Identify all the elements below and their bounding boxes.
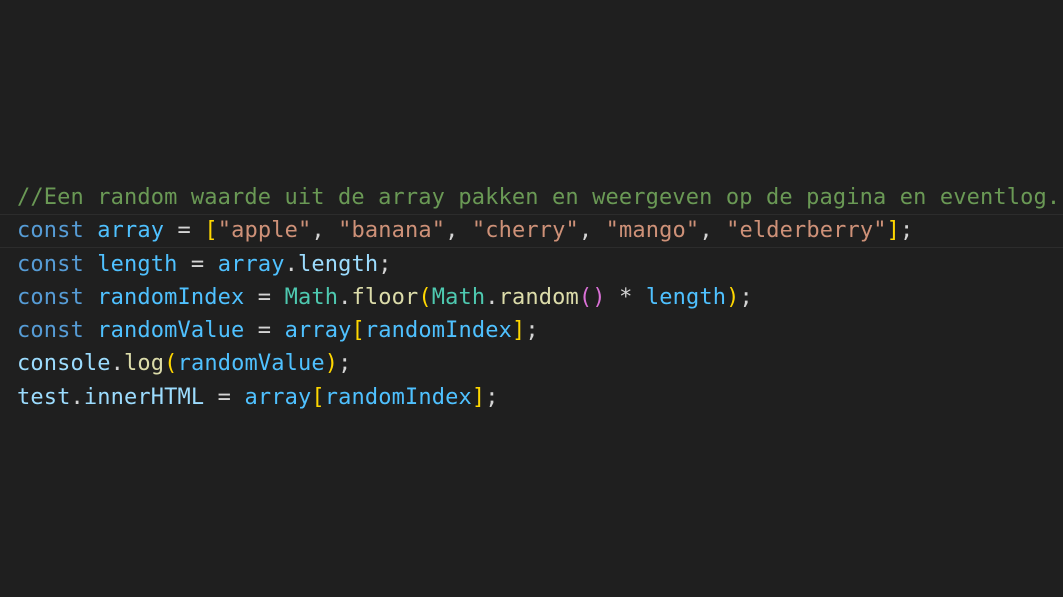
- code-token: .: [70, 384, 84, 410]
- code-token: floor: [351, 284, 419, 310]
- code-area[interactable]: //Een random waarde uit de array pakken …: [0, 181, 1063, 414]
- code-line[interactable]: const randomValue = array[randomIndex];: [0, 314, 1063, 347]
- code-token: [: [351, 318, 365, 344]
- code-token: =: [244, 318, 285, 344]
- code-token: innerHTML: [83, 384, 205, 410]
- code-token: ;: [378, 251, 392, 277]
- code-token: "elderberry": [726, 218, 887, 244]
- code-token: console: [17, 351, 111, 377]
- code-token: ;: [739, 284, 753, 310]
- code-line[interactable]: //Een random waarde uit de array pakken …: [0, 181, 1063, 214]
- code-token: =: [177, 251, 218, 277]
- code-token: const: [17, 318, 84, 344]
- code-token: test: [17, 384, 71, 410]
- code-token: length: [97, 251, 178, 277]
- code-token: "banana": [338, 218, 446, 244]
- code-token: ]: [886, 218, 900, 244]
- code-token: .: [485, 284, 499, 310]
- code-token: ): [726, 284, 740, 310]
- code-token: const: [17, 284, 84, 310]
- code-token: ]: [511, 318, 526, 344]
- code-token: ,: [699, 218, 727, 244]
- code-token: random: [498, 284, 579, 310]
- code-token: ): [324, 351, 339, 377]
- code-token: [: [311, 384, 325, 410]
- code-token: [: [204, 218, 218, 244]
- code-editor[interactable]: //Een random waarde uit de array pakken …: [0, 0, 1063, 597]
- code-token: Math: [284, 284, 339, 310]
- code-token: randomValue: [97, 318, 245, 344]
- code-token: .: [338, 284, 352, 310]
- code-token: array: [244, 384, 312, 410]
- code-token: randomIndex: [324, 384, 472, 410]
- code-token: ;: [899, 218, 914, 244]
- code-token: const: [17, 218, 84, 244]
- code-token: array: [217, 251, 285, 277]
- code-token: (): [578, 284, 606, 310]
- code-token: log: [124, 351, 165, 377]
- code-token: "apple": [217, 218, 312, 244]
- code-token: =: [164, 218, 205, 244]
- code-token: const: [17, 251, 84, 277]
- code-token: Math: [431, 284, 486, 310]
- code-token: ]: [471, 384, 486, 410]
- code-token: ;: [338, 351, 352, 377]
- code-token: .: [284, 251, 298, 277]
- code-token: randomIndex: [97, 284, 245, 310]
- code-line[interactable]: console.log(randomValue);: [0, 347, 1063, 380]
- code-token: length: [645, 284, 727, 310]
- code-token: "mango": [605, 218, 700, 244]
- code-token: ,: [578, 218, 606, 244]
- code-line[interactable]: const randomIndex = Math.floor(Math.rand…: [0, 281, 1063, 314]
- code-token: *: [605, 284, 646, 310]
- code-token: randomIndex: [364, 318, 512, 344]
- code-token: ;: [485, 384, 499, 410]
- code-line[interactable]: test.innerHTML = array[randomIndex];: [0, 381, 1063, 414]
- code-token: //Een random waarde uit de array pakken …: [17, 185, 1061, 210]
- code-token: randomValue: [177, 351, 325, 377]
- code-token: ;: [525, 318, 539, 344]
- code-token: =: [244, 284, 285, 310]
- code-token: ,: [445, 218, 472, 244]
- code-token: =: [204, 384, 245, 410]
- code-line-current[interactable]: const array = ["apple", "banana", "cherr…: [0, 214, 1063, 248]
- code-token: length: [297, 251, 379, 277]
- code-line[interactable]: const length = array.length;: [0, 248, 1063, 281]
- code-token: array: [284, 318, 352, 344]
- code-token: "cherry": [471, 218, 579, 244]
- code-token: array: [97, 218, 165, 244]
- code-token: ,: [311, 218, 339, 244]
- code-token: (: [164, 351, 178, 377]
- code-token: .: [110, 351, 125, 377]
- code-token: (: [418, 284, 432, 310]
